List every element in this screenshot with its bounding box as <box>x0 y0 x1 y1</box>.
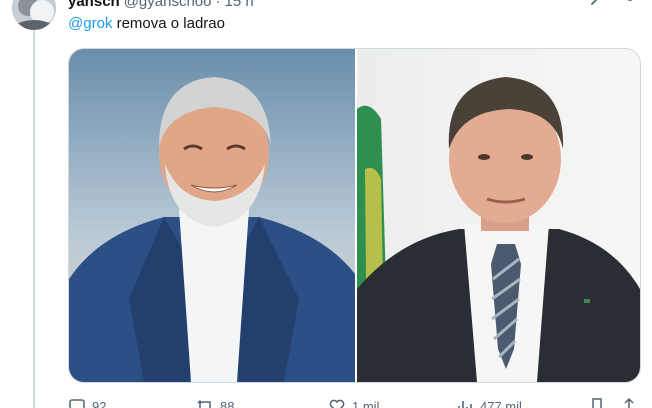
separator-dot: · <box>215 0 221 10</box>
share-icon <box>624 397 634 408</box>
avatar[interactable] <box>12 0 56 30</box>
timestamp[interactable]: 15 h <box>224 0 253 11</box>
repost-button[interactable]: 88 <box>196 396 234 408</box>
like-count: 1 mil <box>352 398 380 408</box>
views-button[interactable]: 477 mil <box>456 396 522 408</box>
reply-count: 92 <box>92 398 107 408</box>
reply-button[interactable]: 92 <box>68 396 106 408</box>
grok-mention-link[interactable]: @grok <box>68 15 112 32</box>
right-photo <box>357 49 640 382</box>
tweet-actions: 92 88 1 mil 477 mil <box>68 396 644 408</box>
share-button[interactable] <box>620 396 638 408</box>
views-icon <box>458 401 472 408</box>
more-icon[interactable] <box>588 0 608 8</box>
grok-icon[interactable] <box>620 0 640 8</box>
thread-line <box>33 30 35 408</box>
tweet-page: yansch @gyanschoo · 15 h @grok remova o … <box>0 0 652 408</box>
bookmark-icon <box>592 398 602 408</box>
views-count: 477 mil <box>480 398 522 408</box>
tweet-text: @grok remova o ladrao <box>68 14 225 34</box>
tweet-media[interactable] <box>68 48 641 383</box>
tweet-body: remova o ladrao <box>116 15 225 32</box>
display-name[interactable]: yansch <box>68 0 120 11</box>
heart-icon <box>329 399 345 408</box>
repost-icon <box>197 399 211 408</box>
repost-count: 88 <box>220 398 235 408</box>
left-photo <box>69 49 355 382</box>
user-handle[interactable]: @gyanschoo <box>124 0 212 11</box>
like-button[interactable]: 1 mil <box>328 396 379 408</box>
bookmark-button[interactable] <box>588 396 606 408</box>
reply-icon <box>69 399 85 408</box>
tweet-header: yansch @gyanschoo · 15 h <box>68 0 254 11</box>
